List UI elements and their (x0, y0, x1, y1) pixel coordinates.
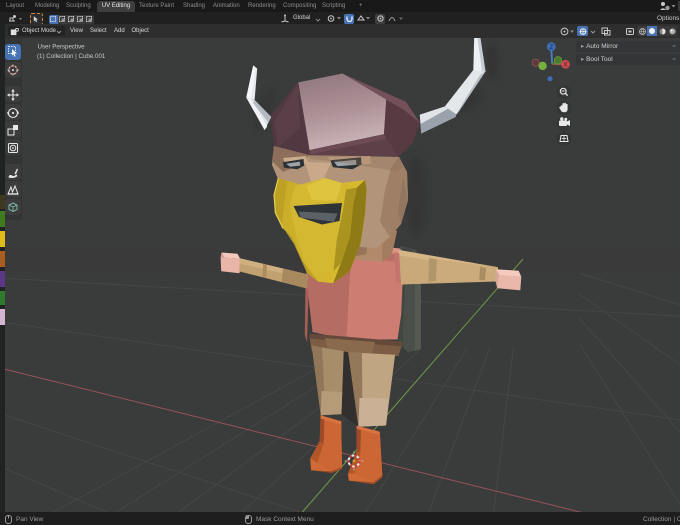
svg-text:X: X (563, 63, 567, 69)
svg-text:User Perspective: User Perspective (38, 44, 86, 51)
svg-text:(1) Collection | Cube.001: (1) Collection | Cube.001 (37, 53, 106, 60)
svg-text:Z: Z (549, 45, 553, 51)
